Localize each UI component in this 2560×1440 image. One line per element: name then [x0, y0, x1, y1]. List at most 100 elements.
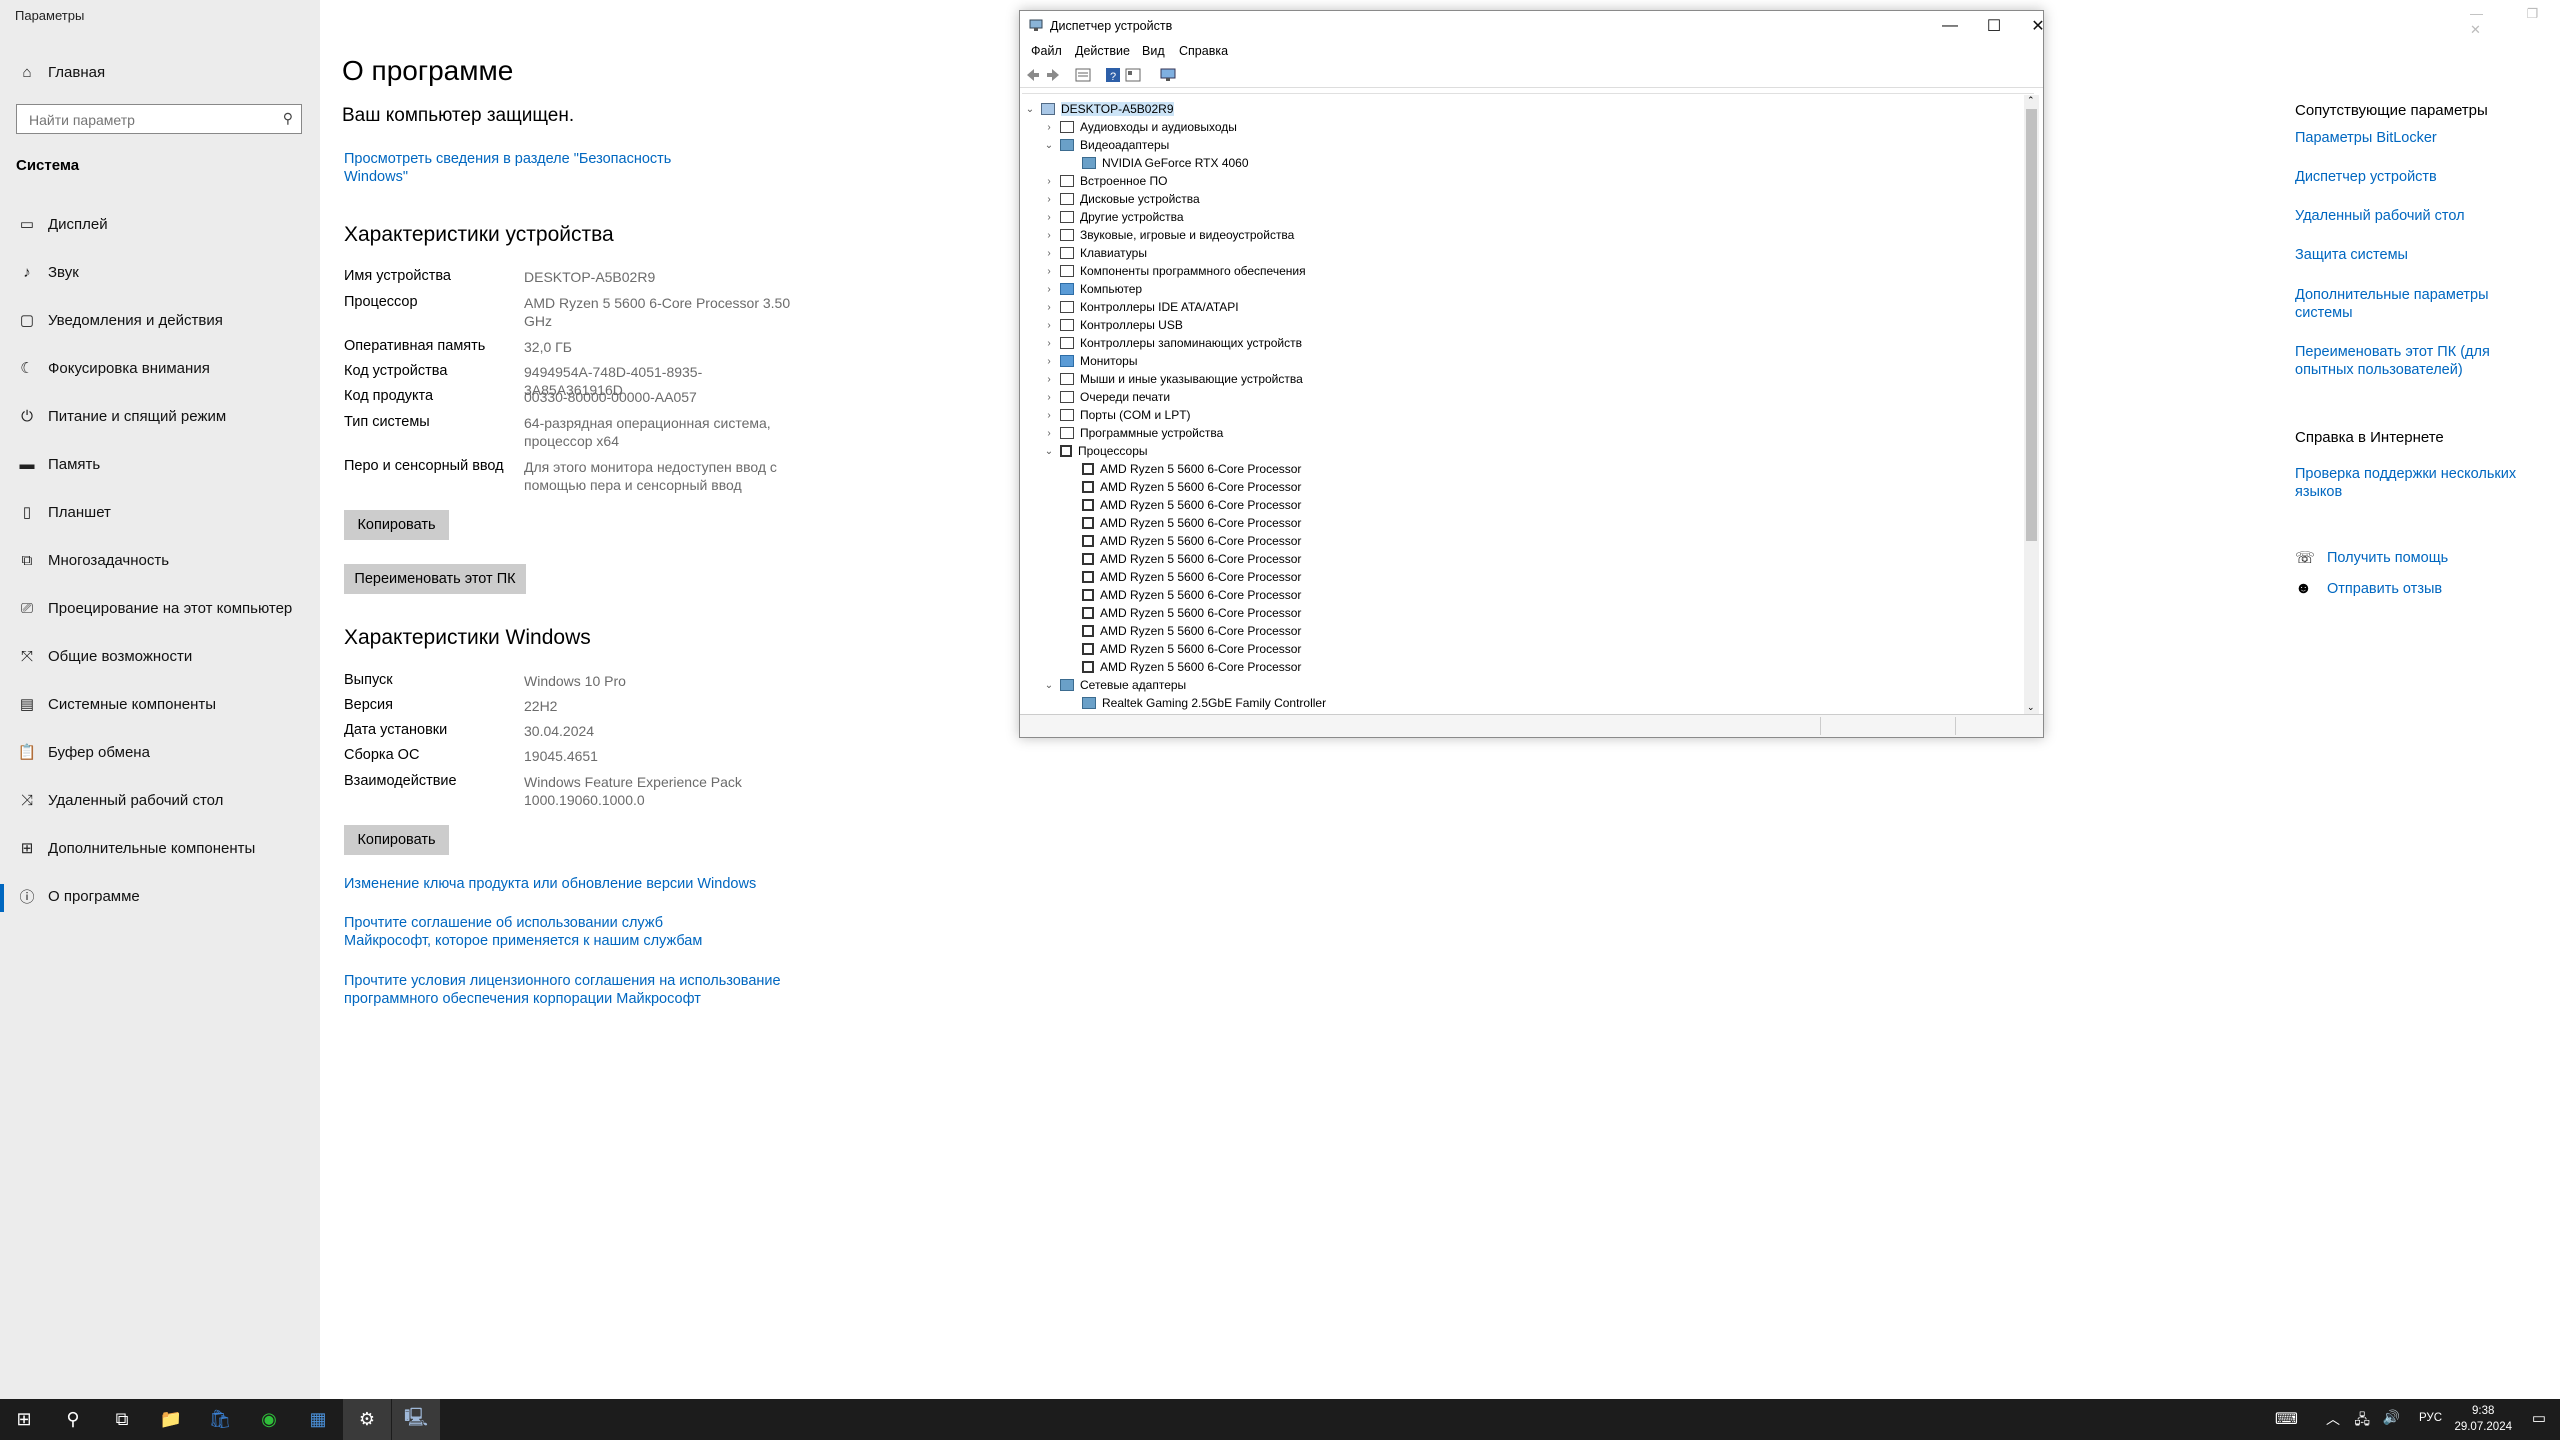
clock[interactable]: 9:38 29.07.2024	[2454, 1403, 2512, 1435]
license-terms-link[interactable]: Прочтите условия лицензионного соглашени…	[344, 972, 784, 1008]
nav-item[interactable]: ⓘ О программе	[0, 874, 320, 918]
tree-category[interactable]: › Мыши и иные указывающие устройства	[1044, 370, 1302, 388]
store-icon[interactable]: 🛍	[196, 1399, 244, 1440]
expand-icon[interactable]: ›	[1044, 266, 1054, 277]
expand-icon[interactable]: ›	[1044, 392, 1054, 403]
tree-device[interactable]: AMD Ryzen 5 5600 6-Core Processor	[1082, 460, 1301, 478]
expand-icon[interactable]: ›	[1044, 212, 1054, 223]
tree-category[interactable]: › Компоненты программного обеспечения	[1044, 262, 1305, 280]
expand-icon[interactable]: ›	[1044, 248, 1054, 259]
task-view-icon[interactable]: ⧉	[98, 1399, 146, 1440]
tree-category[interactable]: › Аудиовходы и аудиовыходы	[1044, 118, 1237, 136]
tree-root[interactable]: ⌄ DESKTOP-A5B02R9	[1025, 100, 1174, 118]
expand-icon[interactable]: ›	[1044, 374, 1054, 385]
network-icon[interactable]: 🖧	[2354, 1409, 2370, 1433]
tree-category[interactable]: › Компьютер	[1044, 280, 1142, 298]
system-protection-link[interactable]: Защита системы	[2295, 246, 2495, 264]
bitlocker-link[interactable]: Параметры BitLocker	[2295, 129, 2495, 147]
tree-category[interactable]: › Контроллеры запоминающих устройств	[1044, 334, 1302, 352]
nav-item[interactable]: 📋 Буфер обмена	[0, 730, 320, 774]
tree-category[interactable]: › Контроллеры USB	[1044, 316, 1183, 334]
tree-device[interactable]: AMD Ryzen 5 5600 6-Core Processor	[1082, 532, 1301, 550]
nav-item[interactable]: ⧉ Многозадачность	[0, 538, 320, 582]
nav-item[interactable]: ☾ Фокусировка внимания	[0, 346, 320, 390]
settings-icon[interactable]: ⚙	[343, 1399, 391, 1440]
dm-maximize-button[interactable]: ☐	[1972, 13, 2016, 39]
tree-device[interactable]: AMD Ryzen 5 5600 6-Core Processor	[1082, 514, 1301, 532]
search-input[interactable]	[27, 111, 271, 129]
tree-category[interactable]: › Программные устройства	[1044, 424, 1223, 442]
nav-item[interactable]: ⤨ Удаленный рабочий стол	[0, 778, 320, 822]
keyboard-icon[interactable]: ⌨	[2275, 1409, 2298, 1429]
calculator-icon[interactable]: ▦	[294, 1399, 342, 1440]
file-explorer-icon[interactable]: 📁	[147, 1399, 195, 1440]
notifications-icon[interactable]: ▭	[2532, 1409, 2546, 1427]
tree-device[interactable]: Realtek Gaming 2.5GbE Family Controller	[1082, 694, 1326, 712]
collapse-icon[interactable]: ⌄	[1044, 140, 1054, 151]
security-link[interactable]: Просмотреть сведения в разделе "Безопасн…	[344, 150, 674, 186]
tree-device[interactable]: AMD Ryzen 5 5600 6-Core Processor	[1082, 478, 1301, 496]
remote-desktop-link[interactable]: Удаленный рабочий стол	[2295, 207, 2495, 225]
tree-device[interactable]: AMD Ryzen 5 5600 6-Core Processor	[1082, 550, 1301, 568]
rename-pc-button[interactable]: Переименовать этот ПК	[344, 564, 526, 594]
nav-item[interactable]: ⤧ Общие возможности	[0, 634, 320, 678]
expand-icon[interactable]: ›	[1044, 194, 1054, 205]
menu-view[interactable]: Вид	[1142, 44, 1165, 58]
dm-scroll-thumb[interactable]	[2026, 109, 2037, 541]
expand-icon[interactable]: ›	[1044, 122, 1054, 133]
services-agreement-link[interactable]: Прочтите соглашение об использовании слу…	[344, 914, 754, 950]
tree-device[interactable]: AMD Ryzen 5 5600 6-Core Processor	[1082, 586, 1301, 604]
dm-scrollbar[interactable]: ⌃ ⌄	[2024, 95, 2039, 715]
nav-item[interactable]: ♪ Звук	[0, 250, 320, 294]
tree-device[interactable]: AMD Ryzen 5 5600 6-Core Processor	[1082, 622, 1301, 640]
nav-item[interactable]: ▬ Память	[0, 442, 320, 486]
tree-category[interactable]: › Другие устройства	[1044, 208, 1183, 226]
help-icon[interactable]: ?	[1105, 67, 1121, 83]
start-icon[interactable]: ⊞	[0, 1399, 48, 1440]
tree-category[interactable]: › Мониторы	[1044, 352, 1137, 370]
menu-help[interactable]: Справка	[1179, 44, 1228, 58]
device-manager-icon[interactable]: 🖳	[392, 1399, 440, 1440]
menu-file[interactable]: Файл	[1031, 44, 1062, 58]
scroll-up-icon[interactable]: ⌃	[2027, 95, 2035, 106]
tree-device[interactable]: AMD Ryzen 5 5600 6-Core Processor	[1082, 496, 1301, 514]
forward-icon[interactable]	[1045, 67, 1061, 83]
expand-icon[interactable]: ›	[1044, 338, 1054, 349]
tree-category[interactable]: › Порты (COM и LPT)	[1044, 406, 1190, 424]
dm-titlebar[interactable]: Диспетчер устройств — ☐ ✕	[1020, 11, 2045, 41]
tree-category[interactable]: ⌄ Процессоры	[1044, 442, 1148, 460]
tree-category[interactable]: › Очереди печати	[1044, 388, 1170, 406]
dm-close-button[interactable]: ✕	[2016, 13, 2060, 39]
nav-item[interactable]: ▤ Системные компоненты	[0, 682, 320, 726]
properties-icon[interactable]	[1075, 67, 1091, 83]
tree-device[interactable]: AMD Ryzen 5 5600 6-Core Processor	[1082, 568, 1301, 586]
expand-icon[interactable]: ›	[1044, 410, 1054, 421]
search-icon[interactable]: ⚲	[49, 1399, 97, 1440]
xbox-icon[interactable]: ◉	[245, 1399, 293, 1440]
tree-device[interactable]: NVIDIA GeForce RTX 4060	[1082, 154, 1249, 172]
change-key-link[interactable]: Изменение ключа продукта или обновление …	[344, 875, 794, 893]
menu-action[interactable]: Действие	[1075, 44, 1130, 58]
nav-item[interactable]: ⊞ Дополнительные компоненты	[0, 826, 320, 870]
expand-icon[interactable]: ›	[1044, 302, 1054, 313]
view-icon[interactable]	[1125, 67, 1141, 83]
nav-item[interactable]: ▢ Уведомления и действия	[0, 298, 320, 342]
tree-category[interactable]: › Контроллеры IDE ATA/ATAPI	[1044, 298, 1238, 316]
tree-category[interactable]: › Встроенное ПО	[1044, 172, 1167, 190]
feedback-link[interactable]: Отправить отзыв	[2327, 580, 2527, 598]
nav-item[interactable]: ▭ Дисплей	[0, 202, 320, 246]
multi-language-link[interactable]: Проверка поддержки нескольких языков	[2295, 465, 2525, 501]
tree-category[interactable]: › Звуковые, игровые и видеоустройства	[1044, 226, 1294, 244]
expand-icon[interactable]: ›	[1044, 428, 1054, 439]
tree-device[interactable]: AMD Ryzen 5 5600 6-Core Processor	[1082, 640, 1301, 658]
tree-device[interactable]: AMD Ryzen 5 5600 6-Core Processor	[1082, 604, 1301, 622]
expand-icon[interactable]: ›	[1044, 320, 1054, 331]
tree-category[interactable]: ⌄ Видеоадаптеры	[1044, 136, 1169, 154]
copy-device-specs-button[interactable]: Копировать	[344, 510, 449, 540]
rename-pc-advanced-link[interactable]: Переименовать этот ПК (для опытных польз…	[2295, 343, 2495, 379]
tree-category[interactable]: › Клавиатуры	[1044, 244, 1147, 262]
scan-hardware-icon[interactable]	[1160, 67, 1176, 83]
tree-category[interactable]: ⌄ Сетевые адаптеры	[1044, 676, 1186, 694]
copy-windows-specs-button[interactable]: Копировать	[344, 825, 449, 855]
dm-minimize-button[interactable]: —	[1928, 13, 1972, 39]
